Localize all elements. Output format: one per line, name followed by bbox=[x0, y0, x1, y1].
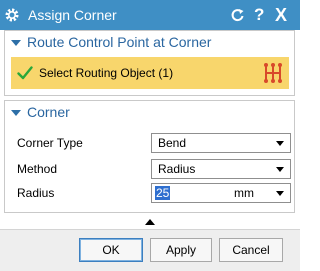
method-row: Method Radius bbox=[13, 159, 295, 179]
select-routing-object-row[interactable]: Select Routing Object (1) bbox=[11, 57, 289, 89]
route-control-section: Route Control Point at Corner Select Rou… bbox=[4, 30, 295, 96]
help-button[interactable]: ? bbox=[254, 5, 264, 25]
gear-icon[interactable] bbox=[4, 7, 20, 23]
corner-type-dropdown[interactable]: Bend bbox=[151, 133, 291, 153]
radius-field[interactable]: 25 mm bbox=[151, 183, 291, 203]
cancel-button[interactable]: Cancel bbox=[219, 238, 283, 262]
check-icon bbox=[17, 66, 33, 80]
corner-type-row: Corner Type Bend bbox=[13, 133, 295, 153]
select-routing-object-label: Select Routing Object (1) bbox=[39, 66, 174, 80]
apply-button[interactable]: Apply bbox=[150, 238, 212, 262]
dropdown-arrow-icon[interactable] bbox=[276, 167, 284, 172]
reset-icon[interactable] bbox=[230, 7, 245, 23]
section-title: Route Control Point at Corner bbox=[27, 34, 212, 50]
collapse-caret-icon[interactable] bbox=[11, 40, 21, 46]
method-dropdown[interactable]: Radius bbox=[151, 159, 291, 179]
close-button[interactable]: X bbox=[275, 5, 287, 25]
dropdown-arrow-icon[interactable] bbox=[276, 141, 284, 146]
corner-section: Corner Corner Type Bend Method Radius Ra… bbox=[4, 100, 295, 213]
corner-header[interactable]: Corner bbox=[5, 101, 294, 125]
method-value: Radius bbox=[158, 162, 196, 176]
radius-row: Radius 25 mm bbox=[13, 183, 295, 203]
dialog-footer: OK Apply Cancel bbox=[0, 229, 300, 271]
ok-button[interactable]: OK bbox=[79, 238, 143, 262]
route-control-header[interactable]: Route Control Point at Corner bbox=[5, 31, 294, 55]
radius-unit: mm bbox=[234, 186, 254, 200]
radius-input[interactable]: 25 bbox=[155, 186, 171, 200]
corner-type-label: Corner Type bbox=[17, 136, 83, 150]
window-title: Assign Corner bbox=[28, 7, 117, 23]
radius-label: Radius bbox=[17, 186, 55, 200]
collapse-caret-icon[interactable] bbox=[11, 110, 21, 116]
section-title: Corner bbox=[27, 104, 70, 120]
method-label: Method bbox=[17, 162, 58, 176]
expand-more-icon[interactable] bbox=[145, 219, 155, 225]
routing-tool-icon[interactable] bbox=[261, 61, 285, 85]
corner-type-value: Bend bbox=[158, 136, 187, 150]
title-bar: Assign Corner ? X bbox=[0, 0, 300, 30]
unit-dropdown-arrow-icon[interactable] bbox=[276, 191, 284, 196]
